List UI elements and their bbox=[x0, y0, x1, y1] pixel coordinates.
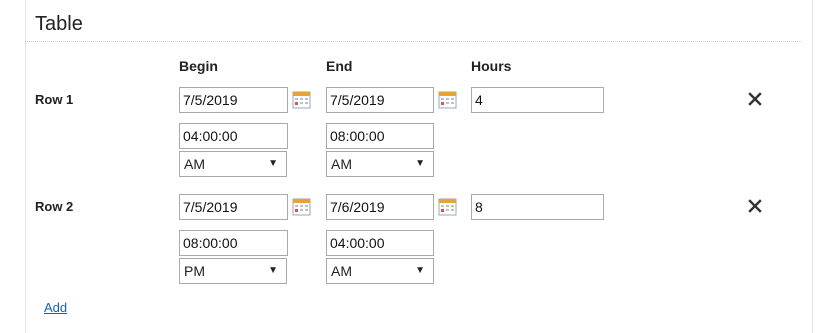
begin-date-input[interactable] bbox=[179, 87, 288, 113]
title-divider bbox=[25, 41, 802, 42]
select-value: AM bbox=[331, 156, 352, 172]
section-title: Table bbox=[35, 13, 83, 35]
end-date-input[interactable] bbox=[326, 87, 434, 113]
select-value: AM bbox=[184, 156, 205, 172]
chevron-down-icon: ▼ bbox=[415, 158, 425, 169]
column-header-end: End bbox=[326, 58, 353, 74]
calendar-icon[interactable] bbox=[438, 90, 457, 109]
hours-input[interactable] bbox=[471, 87, 604, 113]
select-value: AM bbox=[331, 263, 352, 279]
add-row-link[interactable]: Add bbox=[44, 300, 67, 315]
calendar-icon[interactable] bbox=[292, 197, 311, 216]
row-label: Row 1 bbox=[35, 92, 74, 107]
end-time-input[interactable] bbox=[326, 230, 434, 256]
select-value: PM bbox=[184, 263, 205, 279]
begin-time-input[interactable] bbox=[179, 230, 288, 256]
begin-ampm-select[interactable]: PM ▼ bbox=[179, 258, 287, 284]
end-ampm-select[interactable]: AM ▼ bbox=[326, 151, 434, 177]
chevron-down-icon: ▼ bbox=[415, 265, 425, 276]
row-label: Row 2 bbox=[35, 199, 74, 214]
remove-row-button[interactable] bbox=[746, 90, 764, 108]
hours-input[interactable] bbox=[471, 194, 604, 220]
close-icon bbox=[748, 199, 762, 213]
begin-time-input[interactable] bbox=[179, 123, 288, 149]
begin-ampm-select[interactable]: AM ▼ bbox=[179, 151, 287, 177]
end-date-input[interactable] bbox=[326, 194, 434, 220]
chevron-down-icon: ▼ bbox=[268, 158, 278, 169]
calendar-icon[interactable] bbox=[292, 90, 311, 109]
close-icon bbox=[748, 92, 762, 106]
remove-row-button[interactable] bbox=[746, 197, 764, 215]
column-header-begin: Begin bbox=[179, 58, 218, 74]
begin-date-input[interactable] bbox=[179, 194, 288, 220]
end-time-input[interactable] bbox=[326, 123, 434, 149]
column-header-hours: Hours bbox=[471, 58, 512, 74]
end-ampm-select[interactable]: AM ▼ bbox=[326, 258, 434, 284]
chevron-down-icon: ▼ bbox=[268, 265, 278, 276]
calendar-icon[interactable] bbox=[438, 197, 457, 216]
